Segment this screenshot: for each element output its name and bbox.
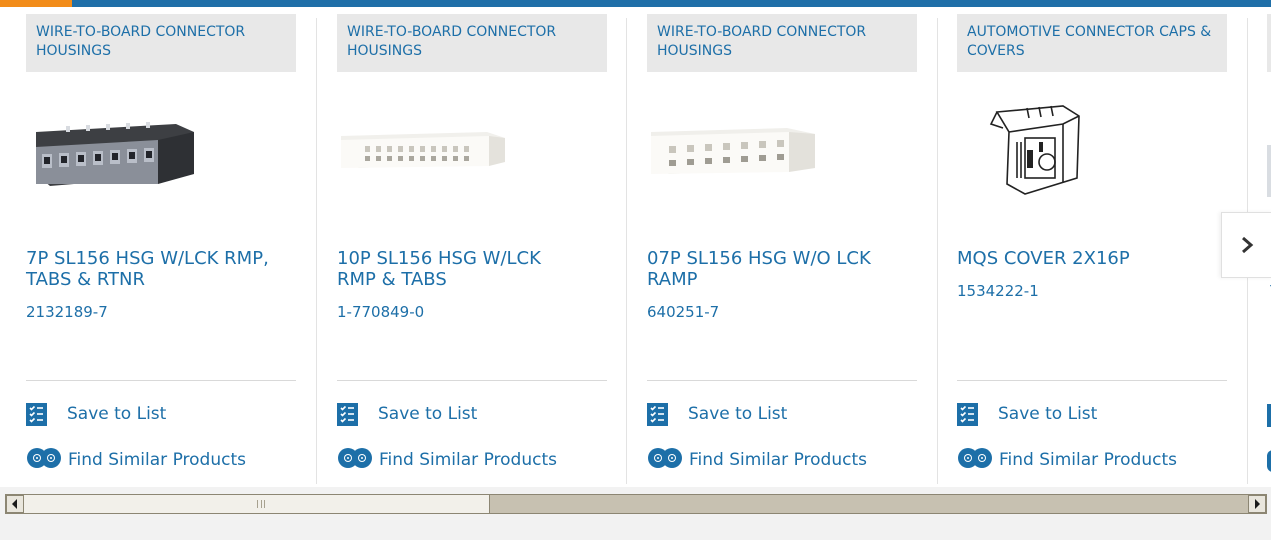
save-to-list-label: Save to List [688,404,788,424]
find-similar-products-label: Find Similar Products [999,450,1177,470]
divider [26,380,296,381]
product-image[interactable] [26,102,196,202]
card-divider [316,18,317,484]
product-category[interactable] [1267,14,1271,72]
find-similar-products-label: Find Similar Products [68,450,246,470]
part-number[interactable]: 1-770849-0 [337,303,424,321]
divider [337,380,607,381]
save-to-list-button[interactable]: Save to List [337,401,477,427]
product-category[interactable]: WIRE-TO-BOARD CONNECTOR HOUSINGS [26,14,296,72]
active-indicator [0,0,72,7]
save-to-list-button[interactable]: Save to List [26,401,166,427]
product-title-line[interactable]: TABS & RTNR [26,269,298,290]
product-title-line[interactable]: RAMP [647,269,919,290]
find-similar-products-button[interactable]: Find Similar Products [647,447,867,473]
save-to-list-button[interactable]: Save to List [957,401,1097,427]
triangle-left-icon [12,499,17,509]
save-to-list-button[interactable]: Save to List [647,401,787,427]
scroll-right-button[interactable] [1248,495,1266,513]
card-divider [937,18,938,484]
gears-icon[interactable] [1267,450,1271,472]
gears-icon [337,446,375,475]
find-similar-products-button[interactable]: Find Similar Products [337,447,557,473]
product-carousel: WIRE-TO-BOARD CONNECTOR HOUSINGS 7P SL15… [0,0,1271,487]
chevron-right-icon [1242,236,1254,254]
product-title[interactable]: 10P SL156 HSG W/LCK RMP & TABS [337,248,609,290]
checklist-icon[interactable] [1267,404,1271,427]
divider [647,380,917,381]
scroll-left-button[interactable] [6,495,24,513]
find-similar-products-button[interactable]: Find Similar Products [957,447,1177,473]
checklist-icon [337,402,358,426]
find-similar-products-button[interactable]: Find Similar Products [26,447,246,473]
save-to-list-label: Save to List [998,404,1098,424]
horizontal-scrollbar[interactable] [5,494,1267,514]
part-number[interactable]: 1534222-1 [957,282,1039,300]
grip-icon [257,500,265,508]
product-image[interactable] [647,102,817,202]
product-title-line[interactable]: MQS COVER 2X16P [957,248,1229,269]
product-card: WIRE-TO-BOARD CONNECTOR HOUSINGS [337,7,607,487]
checklist-icon [26,402,47,426]
product-title-line[interactable]: 07P SL156 HSG W/O LCK [647,248,919,269]
product-title[interactable]: 7P SL156 HSG W/LCK RMP, TABS & RTNR [26,248,298,290]
card-divider [626,18,627,484]
save-to-list-label: Save to List [378,404,478,424]
product-title[interactable]: MQS COVER 2X16P [957,248,1229,269]
part-number[interactable]: 640251-7 [647,303,719,321]
product-category[interactable]: AUTOMOTIVE CONNECTOR CAPS & COVERS [957,14,1227,72]
product-category[interactable]: WIRE-TO-BOARD CONNECTOR HOUSINGS [647,14,917,72]
part-number[interactable]: 2132189-7 [26,303,108,321]
product-image[interactable] [967,102,1137,202]
save-to-list-label: Save to List [67,404,167,424]
checklist-icon [647,402,668,426]
divider [957,380,1227,381]
product-title[interactable]: 07P SL156 HSG W/O LCK RAMP [647,248,919,290]
find-similar-products-label: Find Similar Products [379,450,557,470]
product-title-line[interactable]: RMP & TABS [337,269,609,290]
product-title-line[interactable]: 10P SL156 HSG W/LCK [337,248,609,269]
find-similar-products-label: Find Similar Products [689,450,867,470]
product-card: WIRE-TO-BOARD CONNECTOR HOUSINGS [26,7,296,487]
product-category[interactable]: WIRE-TO-BOARD CONNECTOR HOUSINGS [337,14,607,72]
checklist-icon [957,402,978,426]
product-title-line[interactable]: 7P SL156 HSG W/LCK RMP, [26,248,298,269]
product-card: WIRE-TO-BOARD CONNECTOR HOUSINGS 07P SL1… [647,7,917,487]
carousel-next-button[interactable] [1221,212,1271,278]
scrollbar-thumb[interactable] [24,495,490,513]
carousel-top-bar [0,0,1271,7]
gears-icon [647,446,685,475]
gears-icon [957,446,995,475]
triangle-right-icon [1255,499,1260,509]
product-image[interactable] [1267,145,1271,197]
product-card: AUTOMOTIVE CONNECTOR CAPS & COVERS MQS C… [957,7,1227,487]
product-image[interactable] [337,102,507,202]
gears-icon [26,446,64,475]
